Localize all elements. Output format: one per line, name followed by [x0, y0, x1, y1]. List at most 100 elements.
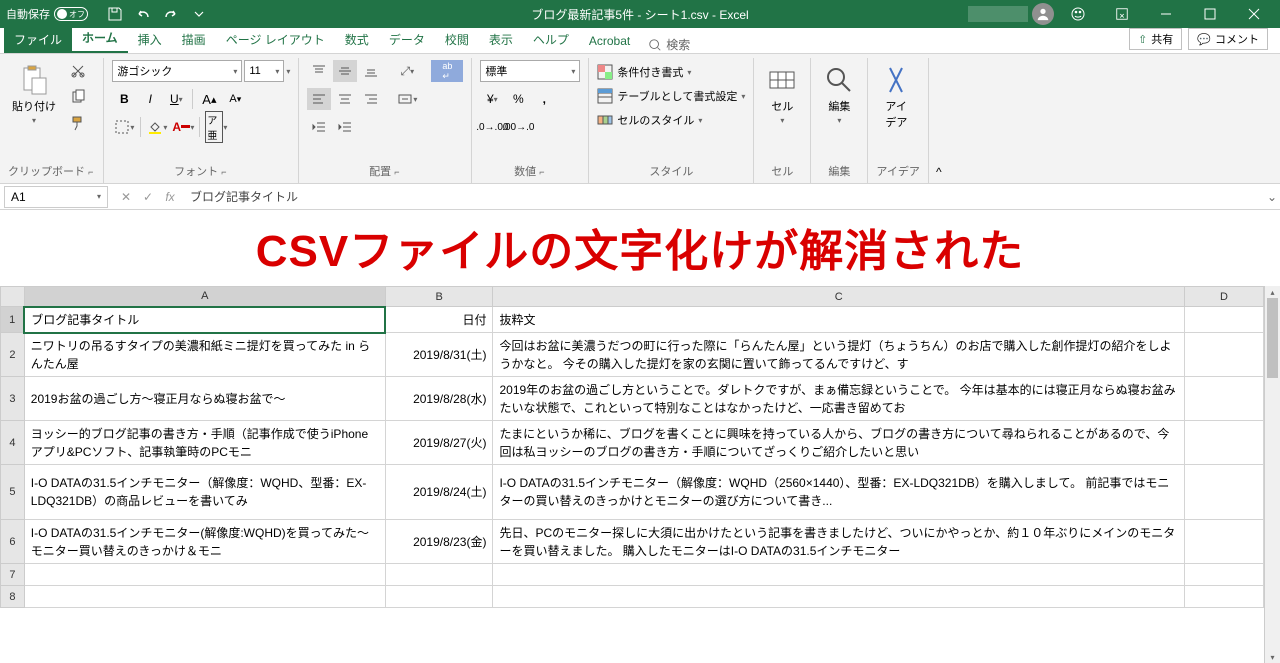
- cell-C1[interactable]: 抜粋文: [493, 307, 1184, 333]
- align-top-icon[interactable]: [307, 60, 331, 82]
- orientation-icon[interactable]: ⤢▾: [395, 60, 419, 82]
- align-middle-icon[interactable]: [333, 60, 357, 82]
- expand-formula-bar-icon[interactable]: ⌄: [1264, 190, 1280, 204]
- cell-B1[interactable]: 日付: [385, 307, 493, 333]
- tab-home[interactable]: ホーム: [72, 24, 128, 53]
- cell-A7[interactable]: [24, 564, 385, 586]
- number-format-select[interactable]: 標準▾: [480, 60, 580, 82]
- cell-B5[interactable]: 2019/8/24(土): [385, 465, 493, 520]
- cell-D7[interactable]: [1184, 564, 1263, 586]
- paste-button[interactable]: 貼り付け ▾: [8, 60, 60, 129]
- cell-styles-button[interactable]: セルのスタイル▾: [597, 112, 745, 128]
- decrease-decimal-icon[interactable]: .00→.0: [506, 116, 530, 138]
- decrease-font-icon[interactable]: A▾: [223, 88, 247, 110]
- cell-C2[interactable]: 今回はお盆に美濃うだつの町に行った際に「らんたん屋」という提灯（ちょうちん）のお…: [493, 333, 1184, 377]
- cell-C7[interactable]: [493, 564, 1184, 586]
- cell-D8[interactable]: [1184, 586, 1263, 608]
- tab-acrobat[interactable]: Acrobat: [579, 29, 640, 53]
- close-button[interactable]: [1234, 0, 1274, 28]
- column-header-C[interactable]: C: [493, 287, 1184, 307]
- comments-button[interactable]: 💬コメント: [1188, 28, 1268, 50]
- cell-D4[interactable]: [1184, 421, 1263, 465]
- column-header-B[interactable]: B: [385, 287, 493, 307]
- conditional-formatting-button[interactable]: 条件付き書式▾: [597, 64, 745, 80]
- tab-formulas[interactable]: 数式: [335, 26, 379, 53]
- align-left-icon[interactable]: [307, 88, 331, 110]
- tab-insert[interactable]: 挿入: [128, 26, 172, 53]
- cell-B6[interactable]: 2019/8/23(金): [385, 520, 493, 564]
- tab-file[interactable]: ファイル: [4, 26, 72, 53]
- cell-B2[interactable]: 2019/8/31(土): [385, 333, 493, 377]
- cell-B7[interactable]: [385, 564, 493, 586]
- spreadsheet-grid[interactable]: ABCD1ブログ記事タイトル日付抜粋文2ニワトリの吊るすタイプの美濃和紙ミニ提灯…: [0, 286, 1264, 608]
- face-icon[interactable]: [1058, 0, 1098, 28]
- cell-C4[interactable]: たまにというか稀に、ブログを書くことに興味を持っている人から、ブログの書き方につ…: [493, 421, 1184, 465]
- fx-icon[interactable]: fx: [160, 187, 180, 207]
- name-box[interactable]: A1▾: [4, 186, 108, 208]
- cell-A2[interactable]: ニワトリの吊るすタイプの美濃和紙ミニ提灯を買ってみた in らんたん屋: [24, 333, 385, 377]
- row-header-1[interactable]: 1: [1, 307, 25, 333]
- row-header-5[interactable]: 5: [1, 465, 25, 520]
- row-header-6[interactable]: 6: [1, 520, 25, 564]
- select-all-corner[interactable]: [1, 287, 25, 307]
- increase-decimal-icon[interactable]: .0→.00: [480, 116, 504, 138]
- merge-cells-icon[interactable]: ▾: [395, 88, 419, 110]
- tell-me-search[interactable]: 検索: [648, 36, 690, 53]
- row-header-7[interactable]: 7: [1, 564, 25, 586]
- cell-B4[interactable]: 2019/8/27(火): [385, 421, 493, 465]
- cell-A1[interactable]: ブログ記事タイトル: [24, 307, 385, 333]
- formula-input[interactable]: [184, 186, 1264, 208]
- user-name[interactable]: [968, 6, 1028, 22]
- fill-color-icon[interactable]: ▾: [145, 116, 169, 138]
- maximize-button[interactable]: [1190, 0, 1230, 28]
- format-as-table-button[interactable]: テーブルとして書式設定▾: [597, 88, 745, 104]
- cancel-formula-icon[interactable]: ✕: [116, 187, 136, 207]
- undo-icon[interactable]: [130, 2, 156, 26]
- row-header-4[interactable]: 4: [1, 421, 25, 465]
- increase-font-icon[interactable]: A▴: [197, 88, 221, 110]
- cell-D5[interactable]: [1184, 465, 1263, 520]
- vertical-scrollbar[interactable]: ▴ ▾: [1264, 286, 1280, 663]
- tab-review[interactable]: 校閲: [435, 26, 479, 53]
- row-header-3[interactable]: 3: [1, 377, 25, 421]
- ideas-button[interactable]: アイ デア: [876, 60, 916, 134]
- save-icon[interactable]: [102, 2, 128, 26]
- tab-pagelayout[interactable]: ページ レイアウト: [216, 26, 335, 53]
- user-avatar[interactable]: [1032, 3, 1054, 25]
- font-size-select[interactable]: 11▾: [244, 60, 284, 82]
- editing-button[interactable]: 編集 ▾: [819, 60, 859, 129]
- autosave-toggle[interactable]: 自動保存 オフ: [6, 6, 88, 22]
- cell-C5[interactable]: I-O DATAの31.5インチモニター（解像度：WQHD（2560×1440）…: [493, 465, 1184, 520]
- ribbon-options-icon[interactable]: [1102, 0, 1142, 28]
- align-right-icon[interactable]: [359, 88, 383, 110]
- minimize-button[interactable]: [1146, 0, 1186, 28]
- cells-button[interactable]: セル ▾: [762, 60, 802, 129]
- cell-C3[interactable]: 2019年のお盆の過ごし方ということで。ダレトクですが、まぁ備忘録ということで。…: [493, 377, 1184, 421]
- font-name-select[interactable]: 游ゴシック▾: [112, 60, 242, 82]
- qat-dropdown-icon[interactable]: [186, 2, 212, 26]
- cell-C6[interactable]: 先日、PCのモニター探しに大須に出かけたという記事を書きましたけど、ついにかやっ…: [493, 520, 1184, 564]
- cell-A8[interactable]: [24, 586, 385, 608]
- cell-D1[interactable]: [1184, 307, 1263, 333]
- currency-icon[interactable]: ¥▾: [480, 88, 504, 110]
- share-button[interactable]: ⇧共有: [1129, 28, 1182, 50]
- underline-button[interactable]: U▾: [164, 88, 188, 110]
- phonetic-icon[interactable]: ア亜▾: [204, 116, 228, 138]
- cell-D6[interactable]: [1184, 520, 1263, 564]
- cell-A5[interactable]: I-O DATAの31.5インチモニター（解像度：WQHD、型番：EX-LDQ3…: [24, 465, 385, 520]
- italic-button[interactable]: I: [138, 88, 162, 110]
- bold-button[interactable]: B: [112, 88, 136, 110]
- cell-D3[interactable]: [1184, 377, 1263, 421]
- cell-C8[interactable]: [493, 586, 1184, 608]
- cut-icon[interactable]: [66, 60, 90, 82]
- cell-B3[interactable]: 2019/8/28(水): [385, 377, 493, 421]
- copy-icon[interactable]: [66, 86, 90, 108]
- row-header-8[interactable]: 8: [1, 586, 25, 608]
- font-color-icon[interactable]: A▾: [171, 116, 195, 138]
- format-painter-icon[interactable]: [66, 112, 90, 134]
- redo-icon[interactable]: [158, 2, 184, 26]
- tab-data[interactable]: データ: [379, 26, 435, 53]
- borders-icon[interactable]: ▾: [112, 116, 136, 138]
- cell-B8[interactable]: [385, 586, 493, 608]
- column-header-D[interactable]: D: [1184, 287, 1263, 307]
